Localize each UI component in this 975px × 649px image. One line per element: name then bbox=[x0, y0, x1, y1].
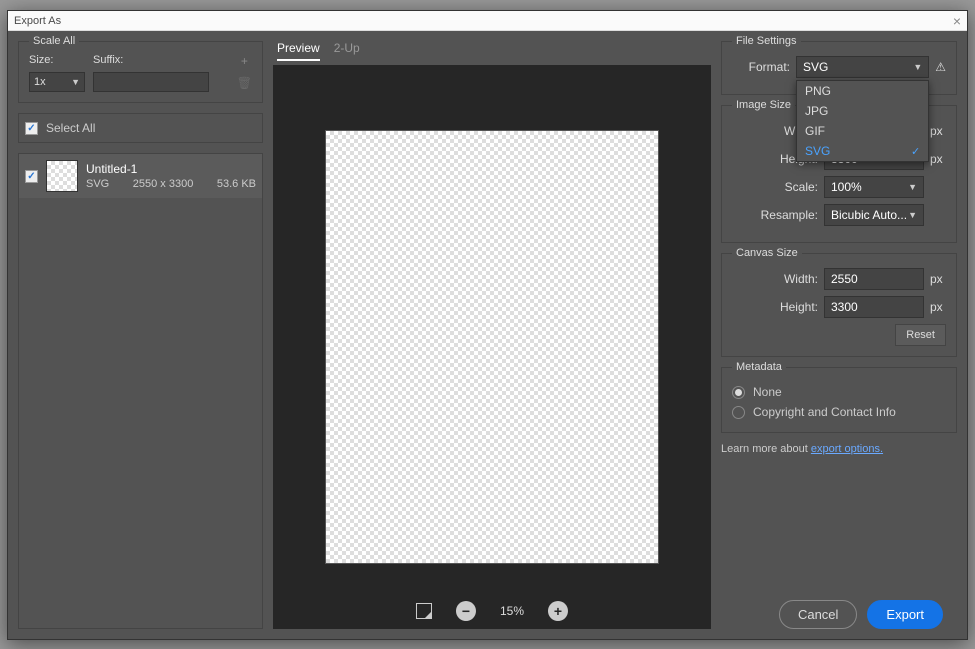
scale-all-panel: Scale All Size: 1x ▼ Suffix: + bbox=[18, 41, 263, 103]
tab-preview[interactable]: Preview bbox=[277, 41, 320, 61]
img-resample-label: Resample: bbox=[760, 208, 818, 222]
chevron-down-icon: ▼ bbox=[913, 62, 922, 72]
chevron-down-icon: ▼ bbox=[908, 210, 917, 220]
reset-button[interactable]: Reset bbox=[895, 324, 946, 346]
format-option-jpg[interactable]: JPG bbox=[797, 101, 928, 121]
learn-more: Learn more about export options. bbox=[721, 443, 957, 455]
add-scale-icon[interactable]: + bbox=[241, 54, 248, 68]
radio-icon bbox=[732, 406, 745, 419]
right-column: File Settings Format: SVG ▼ PNG JPG GIF … bbox=[721, 41, 957, 629]
dialog-footer: Cancel Export bbox=[721, 592, 957, 629]
file-size: 53.6 KB bbox=[217, 178, 256, 190]
zoom-level: 15% bbox=[500, 604, 524, 618]
list-item[interactable]: ✓ Untitled-1 SVG 2550 x 3300 53.6 KB bbox=[19, 154, 262, 198]
cv-width-label: Width: bbox=[760, 272, 818, 286]
select-all-row[interactable]: ✓ Select All bbox=[18, 113, 263, 143]
preview-canvas bbox=[325, 130, 659, 564]
export-button[interactable]: Export bbox=[867, 600, 943, 629]
cv-height-input[interactable] bbox=[824, 296, 924, 318]
size-select[interactable]: 1x ▼ bbox=[29, 72, 85, 92]
trash-icon: 🗑 bbox=[237, 76, 252, 90]
middle-column: Preview 2-Up − 15% + bbox=[273, 41, 711, 629]
canvas-size-title: Canvas Size bbox=[732, 247, 802, 259]
tab-2up[interactable]: 2-Up bbox=[334, 41, 360, 61]
metadata-title: Metadata bbox=[732, 361, 786, 373]
cancel-button[interactable]: Cancel bbox=[779, 600, 857, 629]
warning-icon[interactable]: ⚠ bbox=[935, 60, 946, 74]
image-size-title: Image Size bbox=[732, 99, 795, 111]
chevron-down-icon: ▼ bbox=[908, 182, 917, 192]
format-option-gif[interactable]: GIF bbox=[797, 121, 928, 141]
metadata-panel: Metadata None Copyright and Contact Info bbox=[721, 367, 957, 433]
format-option-svg[interactable]: SVG✓ bbox=[797, 141, 928, 161]
suffix-input[interactable] bbox=[93, 72, 209, 92]
metadata-copyright-radio[interactable]: Copyright and Contact Info bbox=[732, 402, 946, 422]
export-as-dialog: Export As × Scale All Size: 1x ▼ Suffix: bbox=[7, 10, 968, 640]
format-select[interactable]: SVG ▼ bbox=[796, 56, 929, 78]
titlebar: Export As × bbox=[8, 11, 967, 31]
file-format: SVG bbox=[86, 178, 109, 190]
check-icon: ✓ bbox=[911, 145, 920, 158]
cv-width-input[interactable] bbox=[824, 268, 924, 290]
file-settings-title: File Settings bbox=[732, 35, 801, 47]
img-scale-select[interactable]: 100% ▼ bbox=[824, 176, 924, 198]
suffix-label: Suffix: bbox=[93, 54, 209, 66]
close-icon[interactable]: × bbox=[953, 13, 961, 29]
preview-area: − 15% + bbox=[273, 65, 711, 629]
canvas-size-panel: Canvas Size Width: px Height: px Reset bbox=[721, 253, 957, 357]
format-label: Format: bbox=[732, 60, 790, 74]
format-option-png[interactable]: PNG bbox=[797, 81, 928, 101]
size-label: Size: bbox=[29, 54, 85, 66]
radio-icon bbox=[732, 386, 745, 399]
preview-toolbar: − 15% + bbox=[416, 601, 568, 621]
img-resample-select[interactable]: Bicubic Auto... ▼ bbox=[824, 204, 924, 226]
unit-px: px bbox=[930, 124, 946, 138]
metadata-none-radio[interactable]: None bbox=[732, 382, 946, 402]
file-list: ✓ Untitled-1 SVG 2550 x 3300 53.6 KB bbox=[18, 153, 263, 629]
unit-px: px bbox=[930, 152, 946, 166]
dialog-title: Export As bbox=[14, 15, 61, 27]
cv-height-label: Height: bbox=[760, 300, 818, 314]
select-all-label: Select All bbox=[46, 121, 95, 135]
file-thumbnail bbox=[46, 160, 78, 192]
unit-px: px bbox=[930, 300, 946, 314]
img-scale-label: Scale: bbox=[760, 180, 818, 194]
zoom-in-button[interactable]: + bbox=[548, 601, 568, 621]
file-name: Untitled-1 bbox=[86, 162, 256, 176]
file-dimensions: 2550 x 3300 bbox=[133, 178, 194, 190]
unit-px: px bbox=[930, 272, 946, 286]
export-options-link[interactable]: export options. bbox=[811, 443, 883, 455]
select-all-checkbox[interactable]: ✓ bbox=[25, 122, 38, 135]
fit-screen-icon[interactable] bbox=[416, 603, 432, 619]
chevron-down-icon: ▼ bbox=[71, 77, 80, 87]
zoom-out-button[interactable]: − bbox=[456, 601, 476, 621]
left-column: Scale All Size: 1x ▼ Suffix: + bbox=[18, 41, 263, 629]
file-checkbox[interactable]: ✓ bbox=[25, 170, 38, 183]
file-settings-panel: File Settings Format: SVG ▼ PNG JPG GIF … bbox=[721, 41, 957, 95]
format-dropdown-list: PNG JPG GIF SVG✓ bbox=[796, 80, 929, 162]
scale-all-title: Scale All bbox=[29, 35, 79, 47]
preview-tabs: Preview 2-Up bbox=[273, 41, 711, 65]
